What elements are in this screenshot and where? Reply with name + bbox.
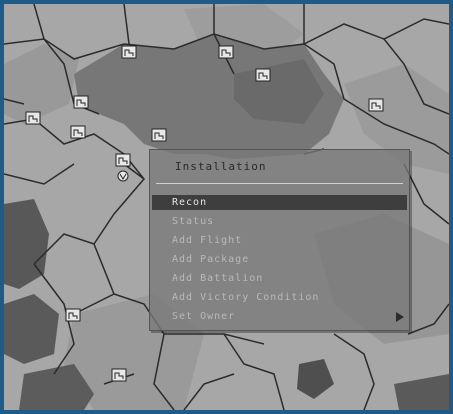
menu-item-add-package[interactable]: Add Package [152, 252, 407, 267]
map-window-frame: Installation Recon Status Add Flight Add… [0, 0, 453, 414]
menu-item-add-flight[interactable]: Add Flight [152, 233, 407, 248]
menu-title: Installation [175, 160, 267, 173]
menu-item-status[interactable]: Status [152, 214, 407, 229]
menu-separator [156, 183, 403, 184]
menu-item-recon[interactable]: Recon [152, 195, 407, 210]
menu-item-set-owner[interactable]: Set Owner [152, 309, 407, 324]
chevron-right-icon [396, 312, 404, 322]
installation-context-menu: Installation Recon Status Add Flight Add… [149, 149, 410, 331]
menu-item-add-victory-condition[interactable]: Add Victory Condition [152, 290, 407, 305]
menu-item-add-battalion[interactable]: Add Battalion [152, 271, 407, 286]
